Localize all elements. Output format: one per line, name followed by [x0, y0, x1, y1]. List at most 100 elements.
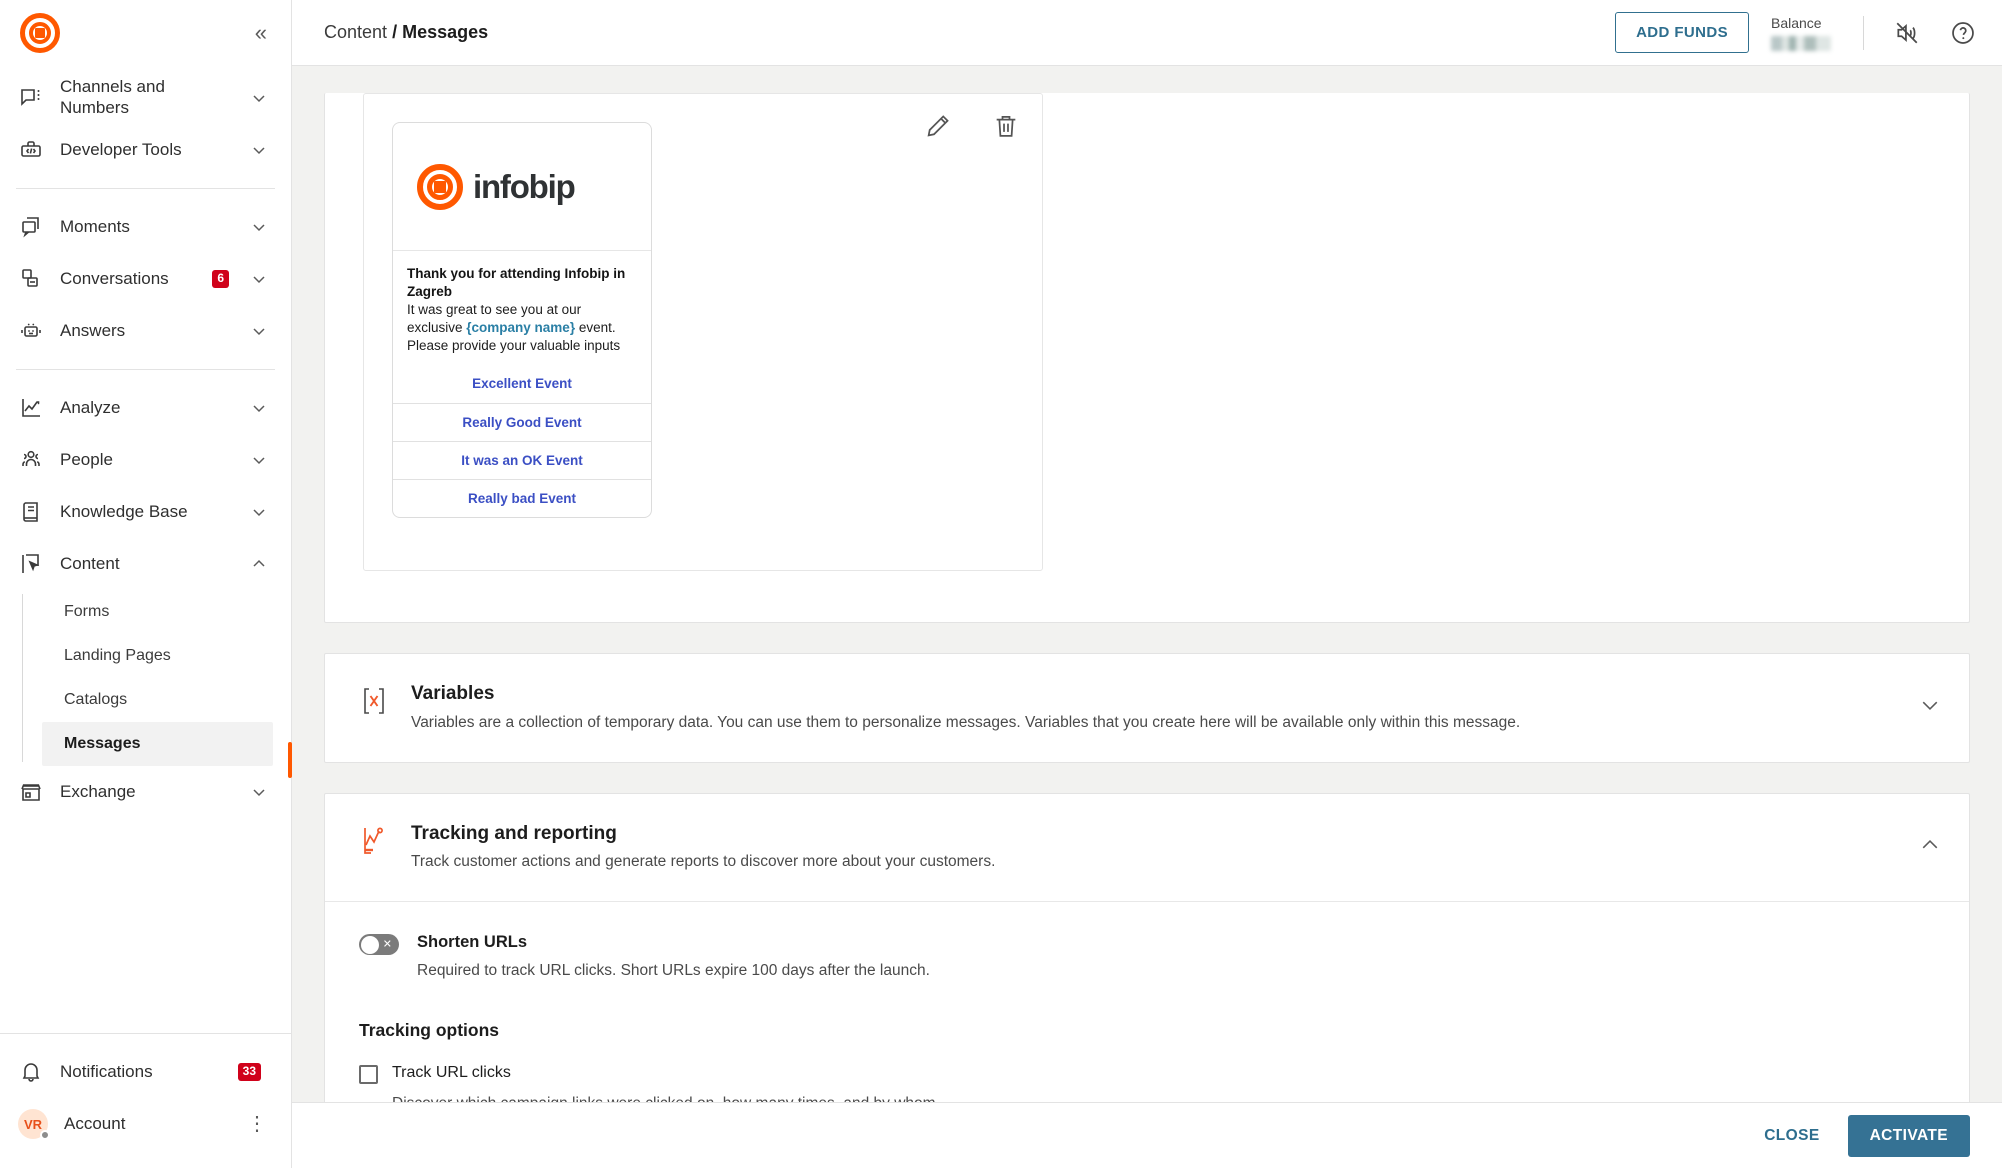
sidebar-item-knowledge-base[interactable]: Knowledge Base: [0, 486, 291, 538]
app-root: « Channels and Numbers Developer Tools M…: [0, 0, 2002, 1168]
conversations-badge: 6: [212, 270, 229, 288]
sidebar-item-account[interactable]: VR Account ⋮: [0, 1098, 291, 1150]
variables-title: Variables: [411, 683, 495, 704]
message-body: It was great to see you at our exclusive…: [407, 301, 637, 355]
help-circle-icon[interactable]: [1946, 16, 1980, 50]
sidebar-subitem-forms[interactable]: Forms: [42, 590, 273, 634]
avatar-initials: VR: [23, 1116, 43, 1132]
sidebar-item-answers[interactable]: Answers: [0, 305, 291, 357]
sidebar-item-label: Exchange: [60, 781, 136, 801]
sidebar-item-label: Developer Tools: [60, 139, 182, 159]
tracking-section-body: ✕ Shorten URLs Required to track URL cli…: [325, 901, 1969, 1102]
sidebar-item-notifications[interactable]: Notifications 33: [0, 1046, 291, 1098]
tracking-chart-icon: [359, 824, 389, 858]
sidebar-subitem-messages[interactable]: Messages: [42, 722, 273, 766]
brand-wordmark: infobip: [473, 167, 576, 205]
book-icon: [18, 499, 44, 525]
sidebar-item-label: Knowledge Base: [60, 501, 188, 521]
message-title: Thank you for attending Infobip in Zagre…: [407, 266, 626, 299]
breadcrumb-parent[interactable]: Content: [324, 22, 387, 42]
code-toolbox-icon: [18, 137, 44, 163]
sidebar-footer: Notifications 33 VR Account ⋮: [0, 1033, 291, 1168]
sidebar-item-label: People: [60, 449, 113, 469]
variable-brackets-icon: [359, 684, 389, 718]
tracking-text: Tracking and reporting Track customer ac…: [411, 822, 1899, 874]
chevron-down-icon[interactable]: [1921, 696, 1939, 714]
speaker-mute-icon[interactable]: [1890, 16, 1924, 50]
content-cursor-icon: [18, 551, 44, 577]
sidebar-item-channels-and-numbers[interactable]: Channels and Numbers: [0, 72, 291, 124]
chevron-up-icon: [253, 559, 265, 567]
line-chart-icon: [18, 395, 44, 421]
sidebar-item-label: Channels and Numbers: [60, 77, 165, 117]
sidebar-item-developer-tools[interactable]: Developer Tools: [0, 124, 291, 176]
robot-icon: [18, 318, 44, 344]
bell-icon: [18, 1059, 44, 1085]
chevron-down-icon: [253, 509, 265, 517]
sidebar-item-label: Analyze: [60, 397, 121, 417]
sidebar-subitem-catalogs[interactable]: Catalogs: [42, 678, 273, 722]
toggle-off-icon: ✕: [382, 938, 392, 951]
sidebar-item-exchange[interactable]: Exchange: [0, 766, 291, 818]
activate-button[interactable]: ACTIVATE: [1847, 1114, 1970, 1157]
header-divider: [1863, 15, 1864, 50]
add-funds-button[interactable]: ADD FUNDS: [1615, 12, 1749, 53]
notifications-badge: 33: [237, 1063, 261, 1081]
breadcrumb-separator-and-current: / Messages: [392, 22, 489, 42]
variables-section-header[interactable]: Variables Variables are a collection of …: [325, 654, 1969, 762]
nav-group-3: Analyze People Knowledge Base Content Fo…: [0, 376, 291, 824]
main-area: Content / Messages ADD FUNDS Balance inf…: [292, 0, 2002, 1168]
track-url-clicks-description: Discover which campaign links were click…: [392, 1094, 1935, 1102]
kebab-menu-icon[interactable]: ⋮: [247, 1114, 267, 1134]
balance-value-redacted: [1771, 36, 1831, 52]
close-button[interactable]: CLOSE: [1764, 1127, 1819, 1145]
chevron-down-icon: [253, 328, 265, 336]
sidebar-divider: [16, 188, 275, 189]
chevron-up-icon[interactable]: [1921, 836, 1939, 854]
content-scroll-area[interactable]: infobip Thank you for attending Infobip …: [292, 66, 2002, 1102]
preview-canvas: infobip Thank you for attending Infobip …: [363, 93, 1043, 571]
layers-chat-icon: [18, 214, 44, 240]
reply-button-4[interactable]: Really bad Event: [393, 478, 651, 517]
sidebar-item-content[interactable]: Content: [0, 538, 291, 590]
track-url-clicks-label: Track URL clicks: [392, 1063, 511, 1081]
nav-group-2: Moments Conversations 6 Answers: [0, 195, 291, 363]
sidebar-subitem-landing-pages[interactable]: Landing Pages: [42, 634, 273, 678]
chevron-down-icon: [253, 147, 265, 155]
chevron-down-icon: [253, 224, 265, 232]
sidebar-item-people[interactable]: People: [0, 434, 291, 486]
infobip-logo-icon: [417, 163, 463, 210]
chevron-down-icon: [253, 457, 265, 465]
sidebar-item-moments[interactable]: Moments: [0, 201, 291, 253]
breadcrumb-current: Messages: [402, 22, 489, 42]
trash-delete-icon[interactable]: [992, 112, 1020, 140]
reply-button-3[interactable]: It was an OK Event: [393, 440, 651, 479]
store-icon: [18, 779, 44, 805]
tracking-options-title: Tracking options: [359, 1019, 500, 1040]
reply-button-2[interactable]: Really Good Event: [393, 402, 651, 441]
bubble-body: Thank you for attending Infobip in Zagre…: [393, 251, 651, 365]
bubble-header-image: infobip: [393, 123, 651, 251]
sidebar-item-analyze[interactable]: Analyze: [0, 382, 291, 434]
shorten-urls-row: ✕ Shorten URLs Required to track URL cli…: [359, 932, 1935, 982]
balance-display[interactable]: Balance: [1771, 14, 1831, 52]
presence-dot: [40, 1130, 50, 1140]
variables-description: Variables are a collection of temporary …: [411, 713, 1521, 731]
header-actions: ADD FUNDS Balance: [1615, 12, 1980, 53]
sidebar-item-conversations[interactable]: Conversations 6: [0, 253, 291, 305]
footer-bar: CLOSE ACTIVATE: [292, 1102, 2002, 1168]
shorten-urls-toggle[interactable]: ✕: [359, 934, 399, 956]
pencil-edit-icon[interactable]: [924, 112, 952, 140]
infobip-logo-icon[interactable]: [20, 13, 60, 53]
top-header: Content / Messages ADD FUNDS Balance: [292, 0, 2002, 66]
tracking-description: Track customer actions and generate repo…: [411, 853, 996, 871]
track-url-clicks-checkbox[interactable]: [359, 1064, 378, 1084]
shorten-urls-description: Required to track URL clicks. Short URLs…: [417, 961, 930, 979]
tracking-section-header[interactable]: Tracking and reporting Track customer ac…: [325, 794, 1969, 902]
message-preview-card: infobip Thank you for attending Infobip …: [324, 93, 1970, 623]
sidebar-collapse-icon[interactable]: «: [255, 22, 267, 44]
chevron-down-icon: [253, 405, 265, 413]
reply-button-1[interactable]: Excellent Event: [393, 365, 651, 403]
sidebar-item-label: Account: [64, 1113, 126, 1133]
variables-text: Variables Variables are a collection of …: [411, 682, 1899, 734]
